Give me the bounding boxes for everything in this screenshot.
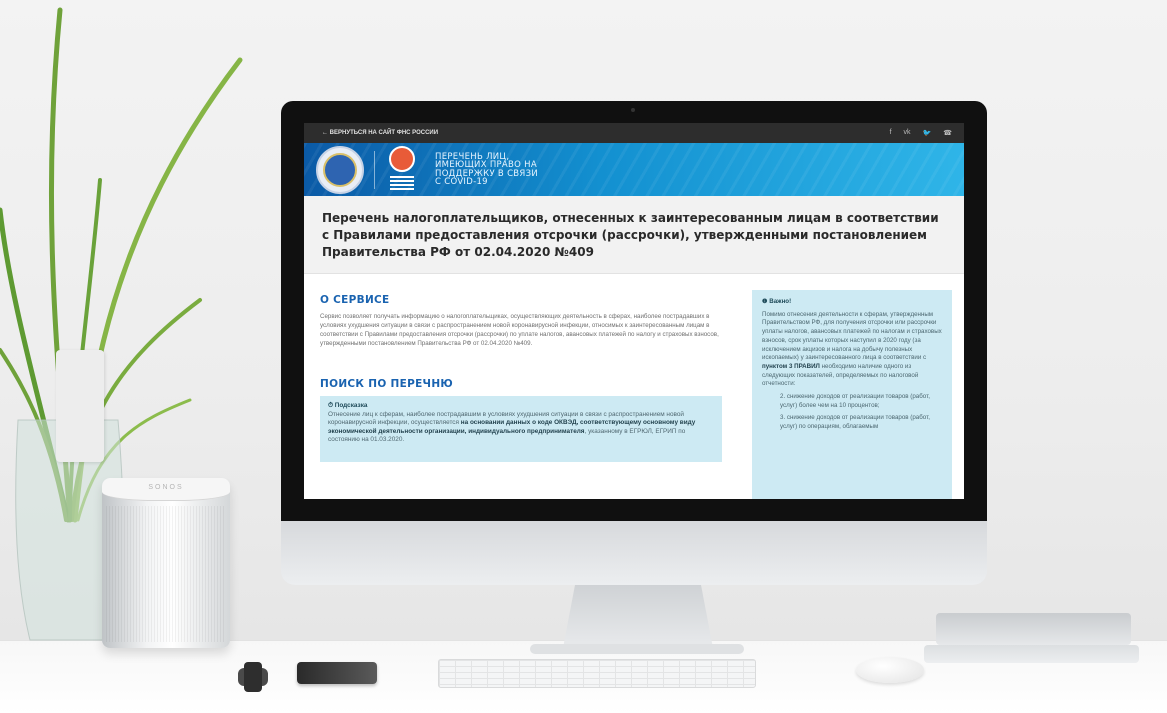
rules-link[interactable]: пунктом 3 ПРАВИЛ [762, 363, 820, 370]
main-content: О СЕРВИСЕ Сервис позволяет получать инфо… [304, 274, 964, 499]
top-bar: ← ВЕРНУТЬСЯ НА САЙТ ФНС РОССИИ f vk 🐦 ☎ [304, 123, 964, 143]
banner-title-line: С COVID-19 [435, 177, 488, 187]
important-box: ❶ Важно! Помимо отнесения деятельности к… [752, 290, 952, 499]
list-item: 3. снижение доходов от реализации товаро… [780, 414, 930, 431]
about-section-text: Сервис позволяет получать информацию о н… [320, 313, 719, 347]
wall-socket [56, 350, 104, 462]
speaker-grill [106, 506, 226, 642]
smartphone [297, 662, 377, 684]
laptop-base [924, 645, 1139, 663]
about-section-title: О СЕРВИСЕ [320, 294, 390, 306]
desk-scene: SONOS ← ВЕРНУТЬСЯ НА САЙТ ФНС РОССИИ f v… [0, 0, 1167, 713]
vk-icon[interactable]: vk [904, 129, 911, 137]
browser-screen: ← ВЕРНУТЬСЯ НА САЙТ ФНС РОССИИ f vk 🐦 ☎ [304, 123, 964, 499]
speaker-brand: SONOS [148, 484, 184, 491]
fns-emblem-icon[interactable] [316, 145, 364, 194]
monitor-stand [563, 585, 713, 648]
keyboard [438, 659, 756, 688]
search-section-title: ПОИСК ПО ПЕРЕЧНЮ [320, 378, 454, 390]
list-item: 2. снижение доходов от реализации товаро… [780, 393, 930, 409]
phone-icon[interactable]: ☎ [943, 129, 952, 137]
social-links: f vk 🐦 ☎ [890, 129, 952, 137]
important-text: Помимо отнесения деятельности к сферам, … [762, 310, 942, 362]
mouse [856, 657, 924, 683]
hint-title: ⏱ Подсказка [328, 402, 368, 409]
speaker-top: SONOS [102, 478, 230, 501]
monitor-stand-base [530, 644, 744, 654]
monitor-bezel: ← ВЕРНУТЬСЯ НА САЙТ ФНС РОССИИ f vk 🐦 ☎ [281, 101, 987, 521]
back-link-label: ← ВЕРНУТЬСЯ НА САЙТ ФНС РОССИИ [322, 130, 439, 136]
page-heading: Перечень налогоплательщиков, отнесенных … [304, 196, 964, 274]
page-title: Перечень налогоплательщиков, отнесенных … [322, 211, 939, 259]
header-banner: ПЕРЕЧЕНЬ ЛИЦ, ИМЕЮЩИХ ПРАВО НА ПОДДЕРЖКУ… [304, 143, 964, 196]
facebook-icon[interactable]: f [890, 129, 892, 137]
smartwatch [238, 662, 268, 692]
camera-icon [631, 108, 635, 112]
monitor: ← ВЕРНУТЬСЯ НА САЙТ ФНС РОССИИ f vk 🐦 ☎ [281, 101, 987, 591]
banner-title: ПЕРЕЧЕНЬ ЛИЦ, ИМЕЮЩИХ ПРАВО НА ПОДДЕРЖКУ… [435, 152, 545, 187]
banner-divider [374, 150, 375, 189]
speaker: SONOS [102, 478, 230, 648]
hint-box: ⏱ Подсказка Отнесение лиц к сферам, наиб… [320, 396, 722, 462]
covid-virus-icon [385, 145, 419, 194]
twitter-icon[interactable]: 🐦 [923, 129, 932, 137]
monitor-chin [281, 521, 987, 585]
laptop-lid [936, 613, 1131, 645]
laptop [924, 613, 1139, 663]
back-to-fns-link[interactable]: ← ВЕРНУТЬСЯ НА САЙТ ФНС РОССИИ [322, 130, 438, 136]
criteria-list: 2. снижение доходов от реализации товаро… [762, 393, 942, 432]
important-title: ❶ Важно! [762, 298, 792, 305]
